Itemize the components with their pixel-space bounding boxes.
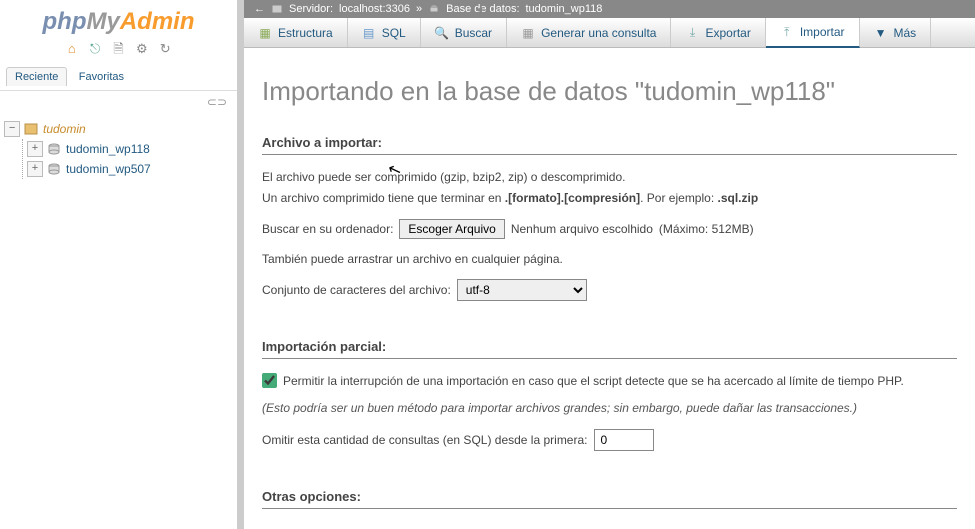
section-file-heading: Archivo a importar: <box>262 135 957 155</box>
file-info-2b: .[formato].[compresión] <box>505 191 640 205</box>
collapse-link[interactable]: ⊂⊃ <box>0 91 237 113</box>
home-icon[interactable]: ⌂ <box>64 41 80 57</box>
file-info-2c: . Por ejemplo: <box>640 191 717 205</box>
query-icon: ▦ <box>521 26 535 40</box>
bc-server-label: Servidor: <box>289 3 333 15</box>
tab-export[interactable]: ⤓ Exportar <box>671 18 765 47</box>
bc-separator: » <box>416 3 422 15</box>
file-info-2a: Un archivo comprimido tiene que terminar… <box>262 191 505 205</box>
content: Importando en la base de datos "tudomin_… <box>244 48 975 509</box>
tree-root[interactable]: − tudomin <box>4 119 233 139</box>
database-icon <box>46 161 62 177</box>
tab-structure[interactable]: ▦ Estructura <box>244 18 348 47</box>
tree-children: + tudomin_wp118 + tudomin_wp507 <box>22 139 233 179</box>
tab-recent[interactable]: Reciente <box>6 67 67 86</box>
recent-tabs: Reciente Favoritas <box>0 63 237 91</box>
sidebar-iconbar: ⌂ ⎋ 🗎 ⚙ ↻ <box>0 38 237 63</box>
bc-db-label: Base de datos: <box>446 3 519 15</box>
tab-search[interactable]: 🔍 Buscar <box>421 18 507 47</box>
choose-file-button[interactable]: Escoger Arquivo <box>399 219 504 239</box>
browse-label: Buscar en su ordenador: <box>262 222 393 236</box>
collapse-icon[interactable]: − <box>4 121 20 137</box>
settings-icon[interactable]: ⚙ <box>134 41 150 57</box>
main-tabs: ▦ Estructura ▤ SQL 🔍 Buscar ▦ Generar una co… <box>244 18 975 48</box>
sql-icon: ▤ <box>362 26 376 40</box>
bc-server-link[interactable]: localhost:3306 <box>339 3 410 15</box>
logo-php: php <box>43 8 87 35</box>
charset-label: Conjunto de caracteres del archivo: <box>262 283 451 297</box>
logo-my: My <box>86 8 119 35</box>
skip-label: Omitir esta cantidad de consultas (en SQ… <box>262 433 588 447</box>
breadcrumb: ← Servidor: localhost:3306 » Base de dat… <box>244 0 975 18</box>
allow-interrupt-checkbox[interactable] <box>262 373 277 388</box>
tree-item-label: tudomin_wp507 <box>66 162 151 176</box>
file-info-2d: .sql.zip <box>718 191 759 205</box>
skip-row: Omitir esta cantidad de consultas (en SQ… <box>262 429 957 451</box>
main: ◂ ← Servidor: localhost:3306 » Base de d… <box>238 0 975 529</box>
tab-query[interactable]: ▦ Generar una consulta <box>507 18 671 47</box>
tab-more[interactable]: ▼ Más <box>860 18 932 47</box>
expand-icon[interactable]: + <box>27 141 43 157</box>
db-tree: − tudomin + tudomin_wp118 + tudomin_wp50… <box>0 113 237 185</box>
file-info-2: Un archivo comprimido tiene que terminar… <box>262 190 957 207</box>
tab-import-label: Importar <box>800 25 845 39</box>
drag-info: También puede arrastrar un archivo en cu… <box>262 251 957 268</box>
import-icon: ⤒ <box>780 25 794 39</box>
database-icon <box>428 3 440 15</box>
file-info-1: El archivo puede ser comprimido (gzip, b… <box>262 169 957 186</box>
tab-sql-label: SQL <box>382 26 406 40</box>
tab-export-label: Exportar <box>705 26 750 40</box>
docs-icon[interactable]: 🗎 <box>111 40 127 56</box>
charset-row: Conjunto de caracteres del archivo: utf-… <box>262 279 957 301</box>
chevron-down-icon: ▼ <box>874 26 888 40</box>
server-icon <box>271 3 283 15</box>
partial-note: (Esto podría ser un buen método para imp… <box>262 400 957 417</box>
sidebar: phpMyAdmin ⌂ ⎋ 🗎 ⚙ ↻ Reciente Favoritas … <box>0 0 238 529</box>
logout-icon[interactable]: ⎋ <box>87 41 103 57</box>
server-icon <box>23 121 39 137</box>
page-title: Importando en la base de datos "tudomin_… <box>262 76 957 107</box>
no-file-text: Nenhum arquivo escolhido <box>511 222 653 236</box>
tree-item-label: tudomin_wp118 <box>66 142 150 156</box>
tree-root-label: tudomin <box>43 122 86 136</box>
allow-interrupt-row: Permitir la interrupción de una importac… <box>262 373 957 388</box>
tab-more-label: Más <box>894 26 917 40</box>
database-icon <box>46 141 62 157</box>
tab-sql[interactable]: ▤ SQL <box>348 18 421 47</box>
tab-query-label: Generar una consulta <box>541 26 656 40</box>
tab-favorites[interactable]: Favoritas <box>71 68 132 86</box>
tab-search-label: Buscar <box>455 26 492 40</box>
max-size-text: (Máximo: 512MB) <box>659 222 754 236</box>
bc-db-link[interactable]: tudomin_wp118 <box>526 3 603 15</box>
expand-icon[interactable]: + <box>27 161 43 177</box>
logo-admin: Admin <box>120 8 195 35</box>
tree-item[interactable]: + tudomin_wp118 <box>27 139 233 159</box>
allow-interrupt-label: Permitir la interrupción de una importac… <box>283 374 904 388</box>
file-browse-row: Buscar en su ordenador: Escoger Arquivo … <box>262 219 957 239</box>
charset-select[interactable]: utf-8 <box>457 279 587 301</box>
tab-structure-label: Estructura <box>278 26 333 40</box>
section-partial-heading: Importación parcial: <box>262 339 957 359</box>
export-icon: ⤓ <box>685 26 699 40</box>
logo[interactable]: phpMyAdmin <box>0 0 237 38</box>
skip-input[interactable] <box>594 429 654 451</box>
tree-item[interactable]: + tudomin_wp507 <box>27 159 233 179</box>
search-icon: 🔍 <box>435 26 449 40</box>
panel-toggle-icon[interactable]: ◂ <box>476 2 482 16</box>
nav-back-icon[interactable]: ← <box>254 3 265 15</box>
reload-icon[interactable]: ↻ <box>157 41 173 57</box>
section-other-heading: Otras opciones: <box>262 489 957 509</box>
structure-icon: ▦ <box>258 26 272 40</box>
tab-import[interactable]: ⤒ Importar <box>766 18 860 48</box>
